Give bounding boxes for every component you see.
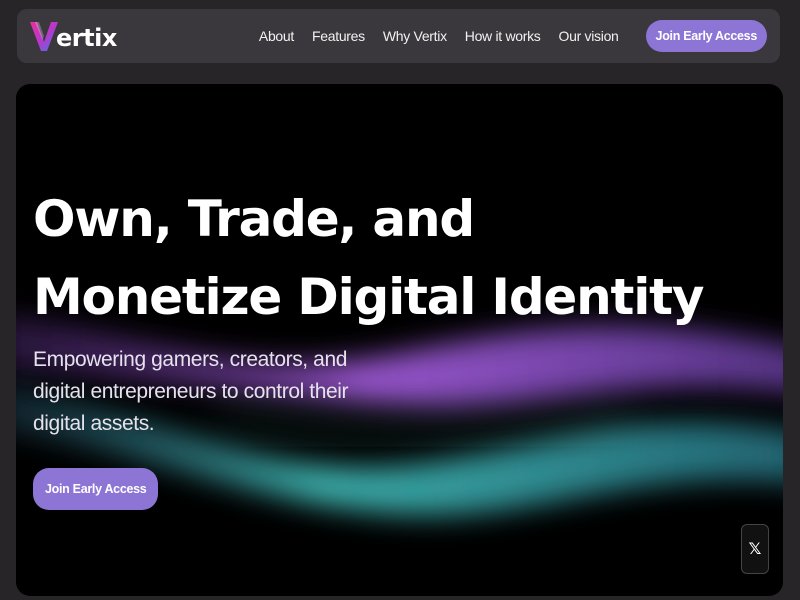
hero-join-early-access-button[interactable]: Join Early Access	[33, 468, 158, 510]
hero-subtitle: Empowering gamers, creators, and digital…	[33, 344, 353, 440]
nav-link-why-vertix[interactable]: Why Vertix	[383, 28, 447, 44]
hero-section: Own, Trade, and Monetize Digital Identit…	[16, 84, 783, 596]
hero-title-line-1: Own, Trade, and	[33, 180, 703, 258]
nav-links: About Features Why Vertix How it works O…	[259, 28, 619, 44]
hero-title-line-2: Monetize Digital Identity	[33, 258, 703, 336]
top-navbar: ertix About Features Why Vertix How it w…	[17, 9, 780, 63]
x-twitter-icon: 𝕏	[749, 539, 762, 559]
nav-link-about[interactable]: About	[259, 28, 294, 44]
vertix-v-logo-icon	[29, 18, 59, 54]
nav-link-our-vision[interactable]: Our vision	[559, 28, 619, 44]
nav-link-how-it-works[interactable]: How it works	[465, 28, 541, 44]
brand-name: ertix	[56, 24, 117, 52]
hero-title: Own, Trade, and Monetize Digital Identit…	[33, 180, 703, 336]
nav-join-early-access-button[interactable]: Join Early Access	[646, 20, 767, 52]
brand-logo[interactable]: ertix	[29, 16, 117, 56]
x-social-button[interactable]: 𝕏	[741, 524, 769, 574]
wave-background	[16, 84, 783, 596]
nav-link-features[interactable]: Features	[312, 28, 365, 44]
